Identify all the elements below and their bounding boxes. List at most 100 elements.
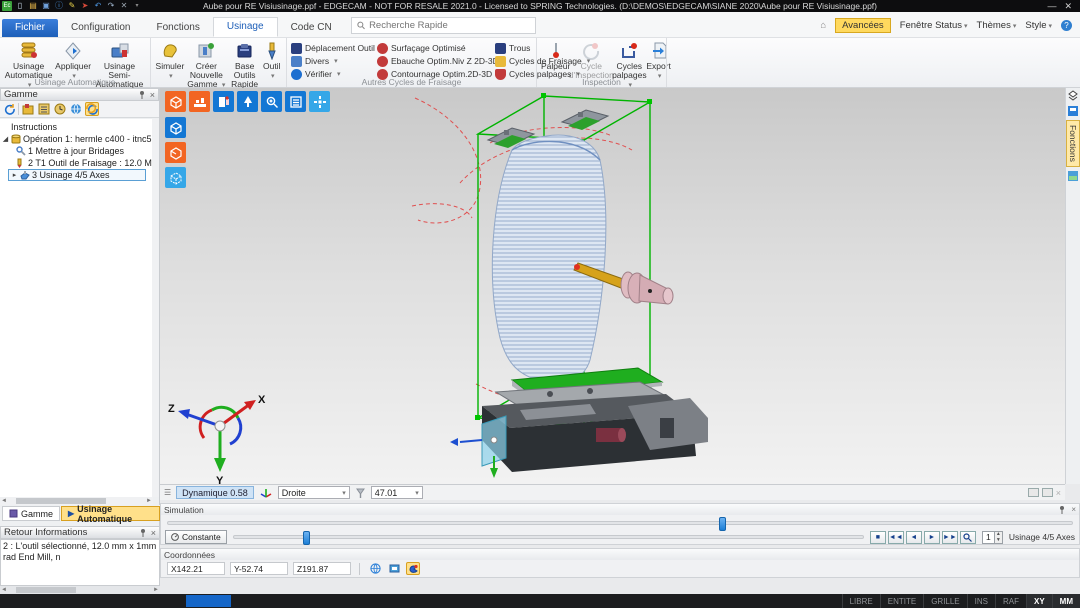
base-outils-rapide-button[interactable]: Base Outils Rapide <box>228 40 262 89</box>
wireframe-view-icon[interactable] <box>165 167 186 188</box>
delete-icon[interactable]: ✕ <box>119 1 129 11</box>
simulation-progress-slider[interactable] <box>167 521 1073 525</box>
themes-menu[interactable]: Thèmes▾ <box>977 20 1017 31</box>
close-panel-icon[interactable]: × <box>1071 505 1076 514</box>
open-file-icon[interactable]: ▤ <box>28 1 38 11</box>
deplacement-outil-button[interactable]: Déplacement Outil▾ <box>291 42 377 54</box>
status-xy[interactable]: XY <box>1026 594 1052 608</box>
close-panel-icon[interactable]: × <box>150 90 155 100</box>
work-plane-icon[interactable] <box>387 562 401 575</box>
tree-item-bridages[interactable]: 1 Mettre à jour Bridages <box>0 145 152 157</box>
menu-icon[interactable]: ☰ <box>164 488 171 497</box>
dynamic-mode-chip[interactable]: Dynamique 0.58 <box>176 486 254 499</box>
annotate-icon[interactable]: ✎ <box>67 1 77 11</box>
cascade-windows-icon[interactable] <box>1042 488 1053 497</box>
minimize-button[interactable]: — <box>1047 1 1056 12</box>
creer-nouvelle-gamme-button[interactable]: Créer Nouvelle Gamme ▾ <box>185 40 228 89</box>
flag-icon[interactable]: ➤ <box>80 1 90 11</box>
home-icon[interactable]: ⌂ <box>820 20 826 31</box>
tree-operation-1[interactable]: ◢ Opération 1: hermle c400 - itnc530.mcp… <box>0 133 152 145</box>
progress-handle[interactable] <box>719 517 726 531</box>
divers-button[interactable]: Divers▾ <box>291 55 377 67</box>
scroll-left-icon[interactable]: ◄ <box>0 587 8 593</box>
simulation-speed-slider[interactable] <box>233 535 864 539</box>
scrollbar-thumb[interactable] <box>16 587 76 593</box>
help-icon[interactable]: ? <box>1061 20 1072 31</box>
surfacage-optimise-button[interactable]: Surfaçage Optimisé <box>377 42 495 54</box>
spin-down-icon[interactable]: ▼ <box>996 537 1001 543</box>
sequence-list-icon[interactable] <box>37 102 51 116</box>
tool-position-select[interactable]: 47.01▾ <box>371 486 423 499</box>
skip-start-icon[interactable]: ◄◄ <box>888 531 904 544</box>
style-menu[interactable]: Style▾ <box>1025 20 1052 31</box>
snap-mode-icon[interactable] <box>406 562 420 575</box>
sidebar-bottom-scrollbar[interactable]: ◄ ► <box>0 586 160 594</box>
solid-view-icon[interactable] <box>165 117 186 138</box>
step-back-icon[interactable]: ◄ <box>906 531 922 544</box>
palpeur-button[interactable]: Palpeur <box>541 40 570 71</box>
tab-gamme[interactable]: Gamme <box>2 506 60 521</box>
y-coordinate-field[interactable]: Y-52.74 <box>230 562 288 575</box>
status-entite[interactable]: ENTITE <box>880 594 923 608</box>
close-panel-icon[interactable]: × <box>151 528 156 538</box>
new-file-icon[interactable]: ▯ <box>15 1 25 11</box>
world-cs-icon[interactable] <box>368 562 382 575</box>
pin-icon[interactable] <box>138 90 146 99</box>
close-button[interactable]: ✕ <box>1064 1 1072 12</box>
pin-icon[interactable] <box>1058 505 1066 514</box>
tree-item-usinage-45-axes[interactable]: ▸ 3 Usinage 4/5 Axes <box>8 169 146 181</box>
qat-dropdown-icon[interactable]: ▾ <box>132 1 142 11</box>
z-coordinate-field[interactable]: Z191.87 <box>293 562 351 575</box>
machine-display-icon[interactable] <box>189 91 210 112</box>
window-icon[interactable] <box>1067 105 1079 117</box>
tile-windows-icon[interactable] <box>1028 488 1039 497</box>
stop-icon[interactable]: ■ <box>870 531 886 544</box>
constante-button[interactable]: Constante <box>165 530 227 544</box>
x-coordinate-field[interactable]: X142.21 <box>167 562 225 575</box>
search-input[interactable] <box>369 20 530 31</box>
tab-fichier[interactable]: Fichier <box>2 19 58 37</box>
close-view-icon[interactable]: × <box>1056 488 1061 498</box>
tab-fonctions[interactable]: Fonctions <box>144 19 213 37</box>
skip-end-icon[interactable]: ►► <box>942 531 958 544</box>
web-icon[interactable] <box>69 102 83 116</box>
zoom-icon[interactable] <box>261 91 282 112</box>
simuler-button[interactable]: Simuler ▾ <box>155 40 185 80</box>
outil-button[interactable]: Outil ▾ <box>261 40 282 80</box>
tab-configuration[interactable]: Configuration <box>58 19 143 37</box>
scroll-right-icon[interactable]: ► <box>152 587 160 593</box>
regenerate-icon[interactable] <box>2 102 16 116</box>
axes-icon[interactable] <box>259 487 273 499</box>
view-select[interactable]: Droite▾ <box>278 486 350 499</box>
scroll-left-icon[interactable]: ◄ <box>0 498 8 504</box>
advanced-toggle[interactable]: Avancées <box>835 18 891 33</box>
status-grille[interactable]: GRILLE <box>923 594 966 608</box>
tree-vertical-scrollbar[interactable] <box>152 119 159 497</box>
viewport-3d[interactable]: X Z Y <box>160 88 1065 484</box>
shading-icon[interactable] <box>237 91 258 112</box>
layers-icon[interactable] <box>1067 90 1079 102</box>
status-mm[interactable]: MM <box>1052 594 1080 608</box>
redo-icon[interactable]: ↷ <box>106 1 116 11</box>
expand-icon[interactable]: ▸ <box>11 171 18 179</box>
tree-item-outil-fraisage[interactable]: 2 T1 Outil de Fraisage : 12.0 MM DIA X .… <box>0 157 152 169</box>
pin-icon[interactable] <box>139 528 147 537</box>
tree-root-instructions[interactable]: Instructions <box>0 121 152 133</box>
info-icon[interactable]: ⓘ <box>54 1 64 11</box>
fonctions-vertical-tab[interactable]: Fonctions <box>1066 120 1080 167</box>
status-libre[interactable]: LIBRE <box>842 594 880 608</box>
toolholder-display-icon[interactable] <box>213 91 234 112</box>
play-icon[interactable]: ► <box>924 531 940 544</box>
tab-usinage[interactable]: Usinage <box>213 17 278 37</box>
tab-usinage-automatique[interactable]: ▶ Usinage Automatique <box>61 506 160 521</box>
list-display-icon[interactable] <box>285 91 306 112</box>
ebauche-optim-button[interactable]: Ebauche Optim.Niv Z 2D-3D <box>377 55 495 67</box>
stock-view-icon[interactable] <box>165 142 186 163</box>
stock-display-icon[interactable] <box>165 91 186 112</box>
collapse-icon[interactable]: ◢ <box>2 135 9 143</box>
quick-search[interactable] <box>351 17 536 34</box>
tab-code-cn[interactable]: Code CN <box>278 19 345 37</box>
time-estimate-icon[interactable] <box>53 102 67 116</box>
sequence-spinner[interactable]: 1 ▲▼ <box>982 531 1003 544</box>
speed-handle[interactable] <box>303 531 310 545</box>
